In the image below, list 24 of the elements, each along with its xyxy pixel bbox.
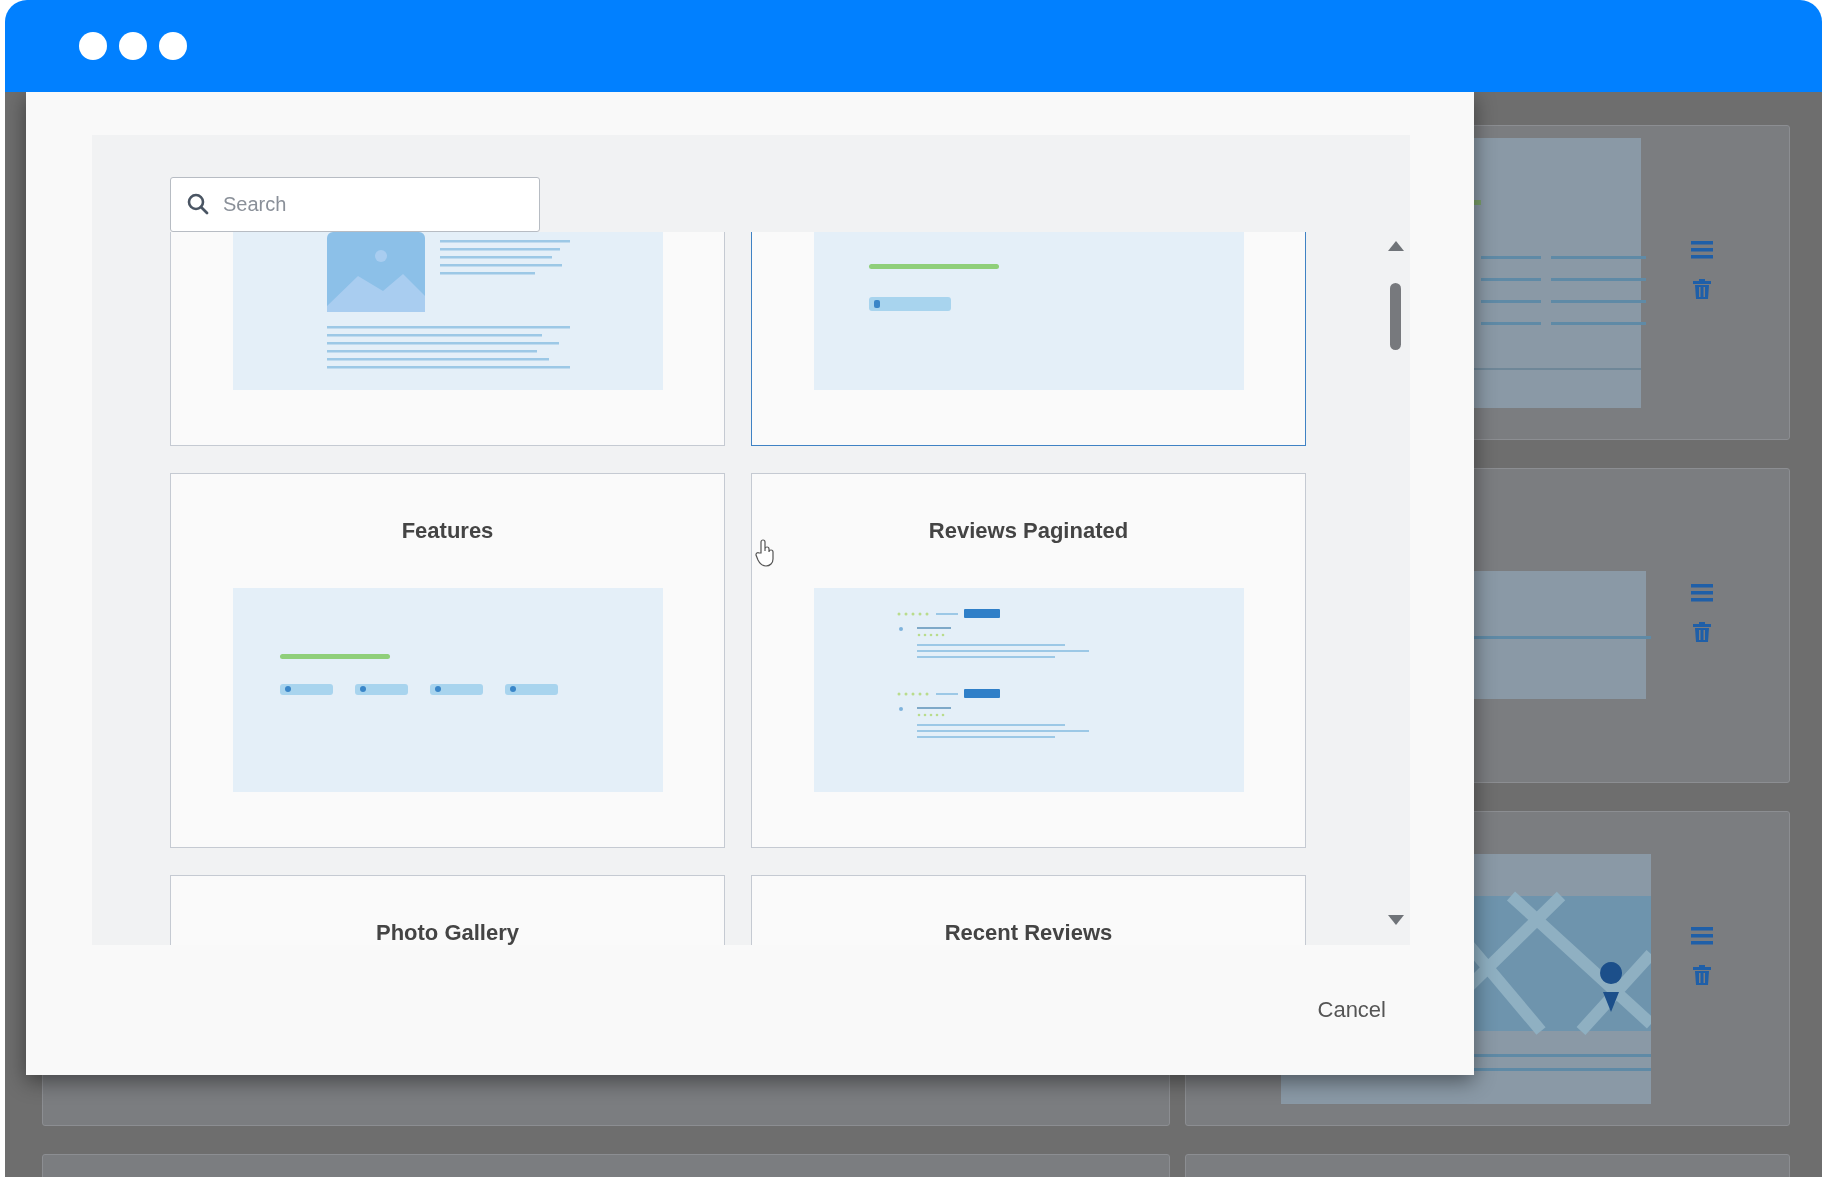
template-title: Recent Reviews xyxy=(944,919,1113,945)
scroll-down-arrow-icon[interactable] xyxy=(1387,914,1405,926)
cancel-button[interactable]: Cancel xyxy=(1309,991,1394,1029)
template-card[interactable]: Features xyxy=(170,473,725,848)
window-dot-icon[interactable] xyxy=(79,32,107,60)
hand-cursor-icon xyxy=(755,539,777,567)
trash-icon[interactable] xyxy=(1693,965,1711,985)
window-dot-icon[interactable] xyxy=(159,32,187,60)
template-card[interactable]: Photo Gallery xyxy=(170,875,725,945)
menu-icon[interactable] xyxy=(1691,241,1713,259)
menu-icon[interactable] xyxy=(1691,927,1713,945)
search-icon xyxy=(187,193,209,215)
scrollbar-thumb[interactable] xyxy=(1390,283,1401,350)
window-dot-icon[interactable] xyxy=(119,32,147,60)
scroll-up-arrow-icon[interactable] xyxy=(1387,240,1405,252)
menu-icon[interactable] xyxy=(1691,584,1713,602)
trash-icon[interactable] xyxy=(1693,622,1711,642)
template-title: Features xyxy=(401,517,494,545)
template-card[interactable]: Recent Reviews xyxy=(751,875,1306,945)
template-title: Reviews Paginated xyxy=(928,517,1129,545)
template-card[interactable]: Reviews Paginated xyxy=(751,473,1306,848)
trash-icon[interactable] xyxy=(1693,279,1711,299)
template-title: Photo Gallery xyxy=(375,919,519,945)
search-field[interactable]: Search xyxy=(170,177,540,232)
